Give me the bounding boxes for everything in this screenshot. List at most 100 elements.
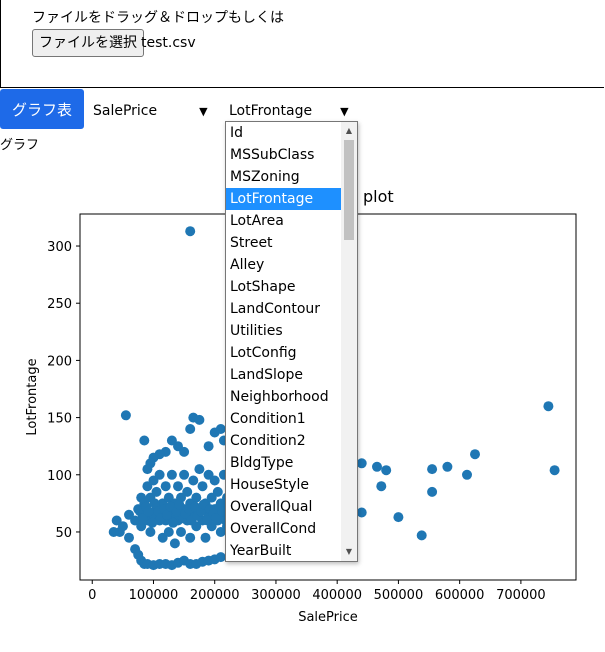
- scatter-point: [185, 226, 196, 237]
- selected-file-name: test.csv: [141, 35, 196, 51]
- y-tick-label: 50: [55, 526, 72, 541]
- scatter-point: [160, 481, 171, 492]
- scatter-point: [194, 414, 205, 425]
- dropdown-option[interactable]: Id: [226, 122, 342, 144]
- dropdown-option[interactable]: LandContour: [226, 298, 342, 320]
- chevron-down-icon: ▼: [199, 104, 208, 118]
- dropdown-option[interactable]: LotArea: [226, 210, 342, 232]
- dropdown-option[interactable]: Utilities: [226, 320, 342, 342]
- scatter-point: [203, 441, 214, 452]
- scrollbar-thumb[interactable]: [344, 140, 354, 240]
- graph-section-label: グラフ: [0, 138, 40, 153]
- scroll-down-icon[interactable]: ▼: [341, 545, 357, 559]
- dropdown-option[interactable]: Condition1: [226, 408, 342, 430]
- dropdown-option[interactable]: Street: [226, 232, 342, 254]
- scatter-point: [145, 527, 156, 537]
- x-tick-label: 600000: [435, 588, 485, 603]
- dropdown-option[interactable]: HouseStyle: [226, 474, 342, 496]
- file-drop-zone[interactable]: ファイルをドラッグ＆ドロップもしくは ファイルを選択 test.csv: [0, 0, 604, 88]
- scatter-point: [209, 475, 220, 486]
- scatter-point: [179, 446, 190, 457]
- scatter-point: [381, 465, 392, 476]
- y-tick-label: 200: [47, 354, 72, 369]
- scatter-point: [356, 458, 367, 469]
- scatter-point: [117, 521, 128, 532]
- dropdown-option[interactable]: LotFrontage: [226, 188, 342, 210]
- x-tick-label: 300000: [251, 588, 301, 603]
- scatter-point: [142, 464, 153, 475]
- dropdown-option[interactable]: Alley: [226, 254, 342, 276]
- x-column-select[interactable]: SalePrice ▼: [93, 101, 208, 121]
- x-tick-label: 200000: [190, 588, 240, 603]
- scatter-point: [372, 461, 382, 472]
- y-tick-label: 250: [47, 297, 72, 312]
- scatter-point: [197, 481, 208, 492]
- choose-file-button[interactable]: ファイルを選択: [32, 29, 144, 57]
- dropdown-option[interactable]: MSZoning: [226, 166, 342, 188]
- scatter-point: [470, 449, 480, 460]
- scatter-point: [139, 435, 150, 446]
- scatter-point: [442, 461, 453, 472]
- scatter-point: [543, 401, 554, 412]
- scatter-point: [185, 532, 196, 543]
- dropdown-option[interactable]: MSSubClass: [226, 144, 342, 166]
- x-tick-label: 700000: [496, 588, 546, 603]
- scatter-point: [173, 481, 183, 492]
- x-tick-label: 0: [88, 588, 96, 603]
- scatter-point: [185, 424, 196, 434]
- scatter-point: [168, 517, 179, 528]
- x-axis-label: SalePrice: [298, 610, 358, 625]
- dropdown-option[interactable]: OverallQual: [226, 496, 342, 518]
- scatter-point: [120, 410, 131, 421]
- scatter-point: [154, 469, 165, 480]
- scatter-point: [188, 475, 199, 486]
- dropdown-option[interactable]: Neighborhood: [226, 386, 342, 408]
- scatter-point: [166, 435, 177, 446]
- y-select-value: LotFrontage: [229, 103, 313, 119]
- scatter-point: [176, 527, 186, 537]
- dropdown-option[interactable]: BldgType: [226, 452, 342, 474]
- dropdown-option[interactable]: OverallCond: [226, 518, 342, 540]
- dropdown-option[interactable]: YearBuilt: [226, 540, 342, 561]
- show-graph-button[interactable]: グラフ表示: [0, 89, 84, 159]
- scatter-point: [427, 486, 438, 497]
- scatter-point: [200, 532, 211, 543]
- x-select-value: SalePrice: [93, 103, 158, 119]
- dropdown-option[interactable]: Condition2: [226, 430, 342, 452]
- scatter-point: [179, 469, 190, 480]
- scatter-point: [549, 465, 560, 476]
- scatter-point: [212, 486, 223, 497]
- dropdown-option[interactable]: LandSlope: [226, 364, 342, 386]
- scatter-point: [376, 481, 387, 492]
- scatter-point: [393, 512, 404, 523]
- scatter-point: [169, 538, 180, 549]
- y-tick-label: 100: [47, 469, 72, 484]
- scatter-point: [108, 527, 119, 537]
- y-axis-label: LotFrontage: [25, 358, 40, 435]
- scatter-point: [427, 464, 438, 475]
- x-tick-label: 400000: [312, 588, 362, 603]
- drop-zone-label: ファイルをドラッグ＆ドロップもしくは: [32, 10, 284, 26]
- y-tick-label: 300: [47, 240, 72, 255]
- scatter-point: [182, 486, 193, 497]
- scatter-point: [124, 532, 134, 543]
- scatter-point: [166, 469, 177, 480]
- scatter-point: [174, 499, 185, 510]
- x-axis-ticks: 0 100000 200000 300000 400000 500000 600000 700…: [88, 580, 546, 603]
- scatter-point: [462, 469, 472, 480]
- y-column-dropdown-list[interactable]: Id MSSubClass MSZoning LotFrontage LotArea St…: [225, 121, 358, 562]
- scatter-point: [194, 464, 205, 475]
- y-axis-ticks: 50 100 150 200 250 300: [47, 240, 80, 541]
- x-tick-label: 500000: [374, 588, 424, 603]
- scatter-point: [416, 530, 427, 541]
- scatter-point: [143, 506, 154, 517]
- scatter-point: [147, 517, 158, 528]
- scroll-up-icon[interactable]: ▲: [341, 124, 357, 138]
- dropdown-option[interactable]: LotShape: [226, 276, 342, 298]
- y-column-select[interactable]: LotFrontage ▼: [229, 101, 349, 121]
- dropdown-option[interactable]: LotConfig: [226, 342, 342, 364]
- scatter-point: [191, 492, 202, 503]
- x-tick-label: 100000: [129, 588, 179, 603]
- dropdown-scrollbar[interactable]: ▲ ▼: [341, 122, 357, 561]
- chevron-down-icon: ▼: [340, 104, 349, 118]
